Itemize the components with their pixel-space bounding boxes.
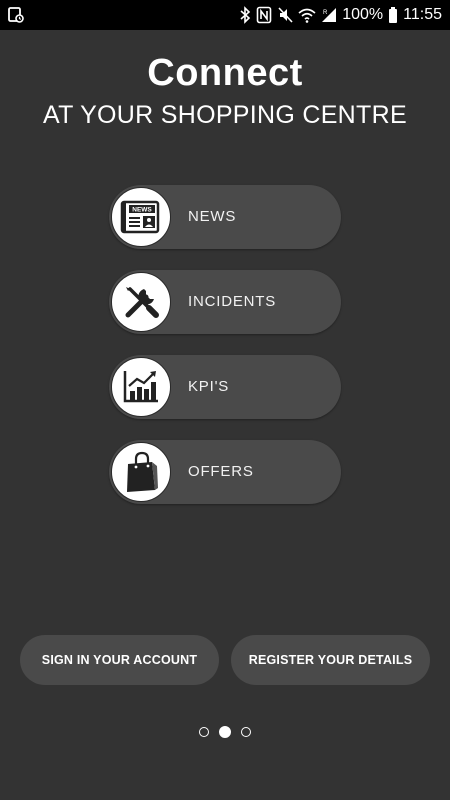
page-indicator <box>0 726 450 738</box>
tools-icon <box>111 272 171 332</box>
battery-icon <box>388 6 398 24</box>
battery-level: 100% <box>342 6 384 23</box>
shopping-bag-icon <box>111 442 171 502</box>
menu-item-label: KPI'S <box>188 378 230 395</box>
app-subtitle: AT YOUR SHOPPING CENTRE <box>43 101 407 129</box>
svg-text:NEWS: NEWS <box>132 207 152 214</box>
menu-item-news[interactable]: NEWS NEWS <box>109 185 341 249</box>
page-dot-2[interactable] <box>219 726 231 738</box>
register-button[interactable]: REGISTER YOUR DETAILS <box>231 635 430 685</box>
newspaper-icon: NEWS <box>111 187 171 247</box>
app-title: Connect <box>147 52 303 94</box>
clock: 11:55 <box>403 6 442 23</box>
page-dot-3[interactable] <box>241 727 251 737</box>
menu-item-kpis[interactable]: KPI'S <box>109 355 341 419</box>
sign-in-button[interactable]: SIGN IN YOUR ACCOUNT <box>20 635 219 685</box>
menu-item-label: NEWS <box>188 208 237 225</box>
menu-item-offers[interactable]: OFFERS <box>109 440 341 504</box>
nfc-icon <box>256 6 272 24</box>
notification-icon <box>7 6 25 24</box>
signal-icon: R <box>321 6 337 24</box>
wifi-icon <box>298 6 316 24</box>
status-bar: R 100% 11:55 <box>0 0 450 30</box>
page-dot-1[interactable] <box>199 727 209 737</box>
menu-item-incidents[interactable]: INCIDENTS <box>109 270 341 334</box>
menu-item-label: INCIDENTS <box>188 293 277 310</box>
chart-icon <box>111 357 171 417</box>
svg-text:R: R <box>323 10 328 16</box>
menu-item-label: OFFERS <box>188 463 254 480</box>
bluetooth-icon <box>239 6 251 24</box>
mute-icon <box>277 6 293 24</box>
